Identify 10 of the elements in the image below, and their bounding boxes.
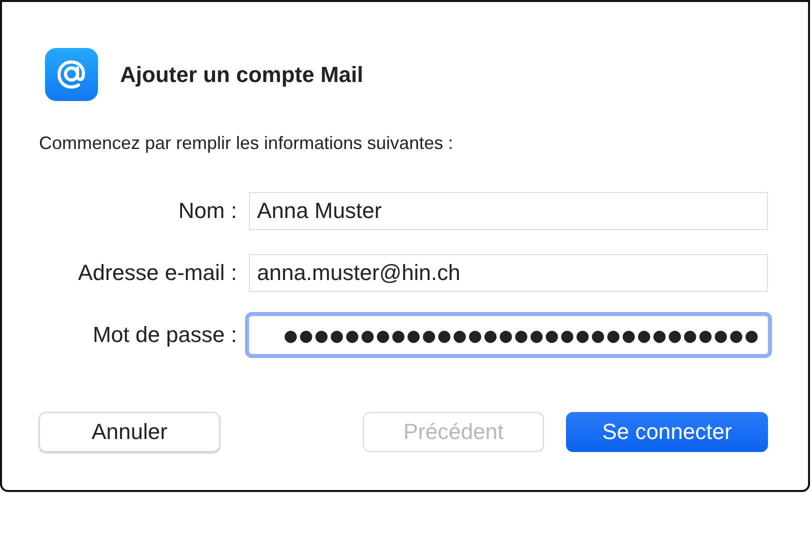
dialog-button[interactable]: Annuler [39, 412, 220, 452]
input-field[interactable]: Anna Muster [249, 192, 768, 230]
primary-button[interactable]: Se connecter [566, 412, 768, 452]
field-label: Adresse e-mail : [77, 260, 237, 286]
dialog-title: Ajouter un compte Mail [120, 62, 364, 88]
mail-at-icon [45, 48, 98, 101]
intro-text: Commencez par remplir les informations suivantes : [39, 133, 454, 154]
input-field[interactable]: anna.muster@hin.ch [249, 254, 768, 292]
field-label: Mot de passe : [92, 322, 237, 348]
field-label: Nom : [177, 198, 237, 224]
